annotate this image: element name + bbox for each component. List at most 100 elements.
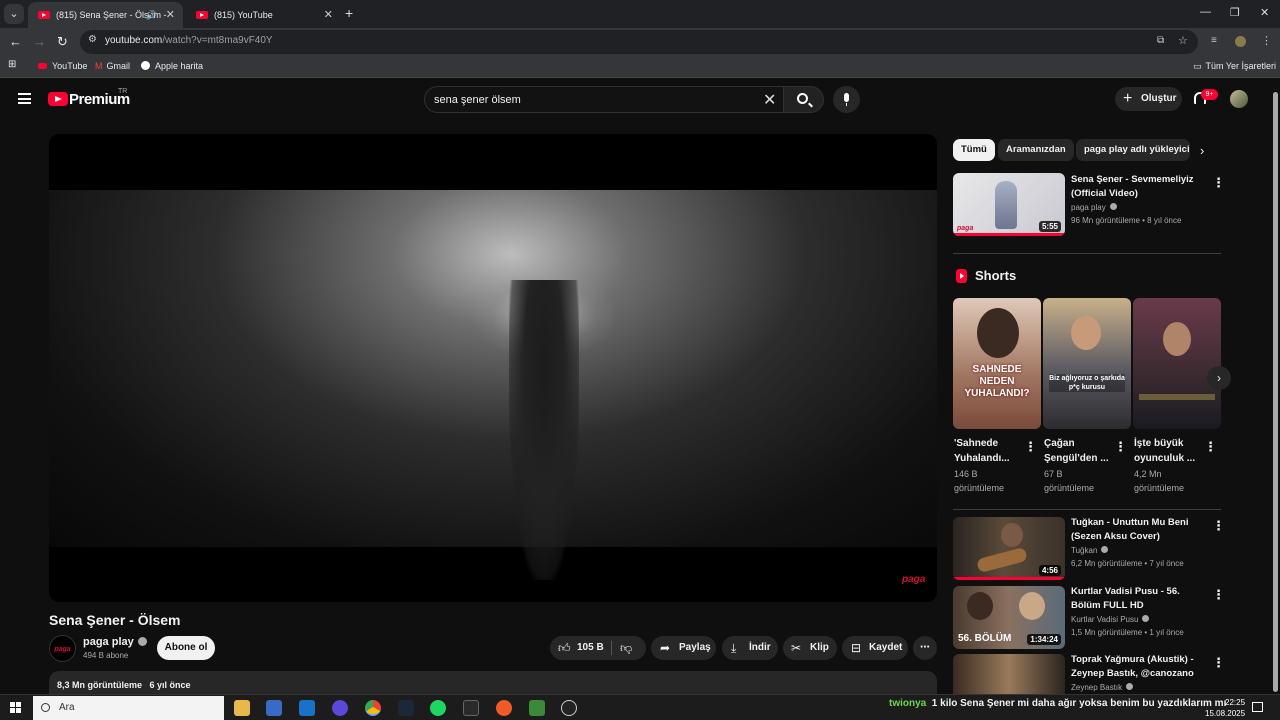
short-title-1[interactable]: 'Sahnede Yuhalandı... bbox=[954, 436, 1026, 466]
tab-active-video[interactable]: (815) Sena Şener - Ölsem - 🔊 ✕ bbox=[28, 2, 183, 28]
back-arrow-icon[interactable]: ← bbox=[9, 34, 22, 49]
watch-progress-bar bbox=[953, 233, 1065, 236]
menu-hamburger-icon[interactable] bbox=[18, 93, 31, 104]
short-more-options-icon[interactable]: ⋮ bbox=[1114, 439, 1127, 455]
short-more-options-icon[interactable]: ⋮ bbox=[1024, 439, 1037, 455]
short-thumbnail-2[interactable]: Biz ağlıyoruz o şarkıda p*ç kurusu bbox=[1043, 298, 1131, 429]
recommended-thumbnail[interactable]: 56. BÖLÜM 1:34:24 bbox=[953, 586, 1065, 649]
install-app-icon[interactable]: ⧉ bbox=[1157, 35, 1164, 46]
tab-search-menu-button[interactable]: ⌄ bbox=[4, 4, 24, 24]
all-bookmarks-folder[interactable]: ▭ Tüm Yer İşaretleri bbox=[1193, 61, 1276, 72]
bookmark-youtube[interactable]: YouTube bbox=[38, 61, 87, 71]
clear-search-icon[interactable]: ✕ bbox=[763, 90, 776, 110]
minimize-icon[interactable]: — bbox=[1200, 6, 1211, 18]
bookmark-apple-maps[interactable]: Apple harita bbox=[141, 61, 203, 71]
youtube-favicon-icon bbox=[196, 11, 208, 19]
page-scrollbar[interactable] bbox=[1270, 80, 1280, 694]
site-info-icon[interactable]: ⚙ bbox=[88, 34, 97, 45]
recommended-title[interactable]: Kurtlar Vadisi Pusu - 56. Bölüm FULL HD bbox=[1071, 585, 1211, 613]
windows-start-icon[interactable] bbox=[10, 702, 22, 714]
chrome-menu-icon[interactable]: ⋮ bbox=[1261, 34, 1272, 47]
voice-search-button[interactable] bbox=[833, 86, 860, 113]
shorts-next-arrow-icon[interactable]: › bbox=[1207, 366, 1231, 390]
recommended-channel[interactable]: Tuğkan bbox=[1071, 546, 1109, 555]
chip-from-search[interactable]: Aramanızdan bbox=[998, 139, 1074, 161]
media-control-icon[interactable]: ≡ bbox=[1211, 35, 1217, 46]
recommended-meta: 6,2 Mn görüntüleme • 7 yıl önce bbox=[1071, 559, 1184, 568]
recommended-thumbnail[interactable]: paga 5:55 bbox=[953, 173, 1065, 236]
short-title-2[interactable]: Çağan Şengül'den ... bbox=[1044, 436, 1116, 466]
taskbar-search-input[interactable]: Ara bbox=[33, 696, 224, 720]
forward-arrow-icon[interactable]: → bbox=[33, 34, 46, 49]
system-clock[interactable]: 22:25 15.08.2025 bbox=[1205, 697, 1245, 719]
close-tab-icon[interactable]: ✕ bbox=[324, 2, 333, 28]
more-options-icon[interactable]: ⋮ bbox=[1212, 518, 1225, 534]
short-thumbnail-1[interactable]: SAHNEDE NEDEN YUHALANDI? bbox=[953, 298, 1041, 429]
epic-games-icon[interactable] bbox=[463, 700, 479, 716]
thumbs-up-icon[interactable]: 👍︎ bbox=[558, 636, 571, 660]
discord-icon[interactable] bbox=[332, 700, 348, 716]
scrollbar-thumb[interactable] bbox=[1273, 92, 1278, 692]
create-button[interactable]: + Oluştur bbox=[1115, 87, 1182, 111]
youtube-logo-icon[interactable] bbox=[48, 92, 68, 106]
outlook-icon[interactable] bbox=[299, 700, 315, 716]
address-bar[interactable]: ⚙ youtube.com/watch?v=mt8ma9vF40Y ⧉ ☆ bbox=[80, 30, 1198, 54]
video-watermark-logo: paga bbox=[902, 574, 926, 585]
profile-avatar-icon[interactable] bbox=[1235, 36, 1246, 47]
short-more-options-icon[interactable]: ⋮ bbox=[1204, 439, 1217, 455]
close-window-icon[interactable]: ✕ bbox=[1260, 6, 1269, 19]
close-tab-icon[interactable]: ✕ bbox=[166, 2, 175, 28]
recommended-channel[interactable]: Kurtlar Vadisi Pusu bbox=[1071, 615, 1150, 624]
url-text: youtube.com/watch?v=mt8ma9vF40Y bbox=[105, 35, 273, 46]
recommended-channel[interactable]: Zeynep Bastık bbox=[1071, 683, 1134, 692]
browser-tab-strip: ⌄ (815) Sena Şener - Ölsem - 🔊 ✕ (815) Y… bbox=[0, 0, 1280, 28]
thumbnail-figure bbox=[995, 181, 1017, 229]
short-thumbnail-3[interactable] bbox=[1133, 298, 1221, 429]
new-tab-button[interactable]: + bbox=[345, 5, 353, 21]
notification-center-icon[interactable] bbox=[1252, 702, 1263, 712]
origin-icon[interactable] bbox=[496, 700, 512, 716]
more-actions-button[interactable]: ⋯ bbox=[913, 636, 937, 660]
recommended-title[interactable]: Sena Şener - Sevmemeliyiz (Official Vide… bbox=[1071, 173, 1211, 201]
recommended-title[interactable]: Toprak Yağmura (Akustik) - Zeynep Bastık… bbox=[1071, 653, 1211, 681]
share-button[interactable]: ➦ Paylaş bbox=[651, 636, 716, 660]
speaker-icon[interactable]: 🔊 bbox=[146, 2, 157, 28]
account-avatar[interactable] bbox=[1230, 90, 1248, 108]
bookmark-gmail[interactable]: M Gmail bbox=[95, 61, 130, 71]
recommended-thumbnail[interactable]: 4:56 bbox=[953, 517, 1065, 580]
video-player[interactable]: paga bbox=[49, 134, 937, 602]
download-button[interactable]: ⤓ İndir bbox=[722, 636, 778, 660]
more-options-icon[interactable]: ⋮ bbox=[1212, 587, 1225, 603]
clip-button[interactable]: ✂ Klip bbox=[783, 636, 837, 660]
chrome-icon[interactable] bbox=[365, 700, 381, 716]
like-count[interactable]: 105 B bbox=[577, 636, 604, 660]
minecraft-icon[interactable] bbox=[529, 700, 545, 716]
restore-icon[interactable]: ❐ bbox=[1230, 6, 1240, 19]
recommended-channel[interactable]: paga play bbox=[1071, 203, 1117, 212]
bookmark-star-icon[interactable]: ☆ bbox=[1178, 34, 1188, 47]
chip-all[interactable]: Tümü bbox=[953, 139, 995, 161]
chips-next-chevron-icon[interactable]: › bbox=[1200, 143, 1204, 158]
obs-icon[interactable] bbox=[561, 700, 577, 716]
channel-name[interactable]: paga play bbox=[83, 636, 147, 648]
search-input[interactable] bbox=[434, 92, 754, 108]
subscribe-button[interactable]: Abone ol bbox=[157, 636, 215, 660]
recommended-title[interactable]: Tuğkan - Unuttun Mu Beni (Sezen Aksu Cov… bbox=[1071, 516, 1211, 544]
store-icon[interactable] bbox=[266, 700, 282, 716]
save-button[interactable]: ⊟ Kaydet bbox=[842, 636, 908, 660]
thumbnail-figure bbox=[1019, 592, 1045, 620]
tab-youtube-home[interactable]: (815) YouTube ✕ bbox=[186, 2, 341, 28]
recommended-thumbnail[interactable] bbox=[953, 654, 1065, 694]
apps-grid-icon[interactable]: ⊞ bbox=[8, 59, 16, 70]
more-options-icon[interactable]: ⋮ bbox=[1212, 175, 1225, 191]
chip-from-uploader[interactable]: paga play adlı yükleyiciden bbox=[1076, 139, 1190, 161]
short-title-3[interactable]: İşte büyük oyunculuk ... bbox=[1134, 436, 1206, 466]
spotify-icon[interactable] bbox=[430, 700, 446, 716]
thumbs-down-icon[interactable]: 👎︎ bbox=[620, 636, 632, 660]
reload-icon[interactable]: ↻ bbox=[57, 34, 68, 50]
channel-avatar[interactable]: paga bbox=[49, 635, 76, 662]
more-options-icon[interactable]: ⋮ bbox=[1212, 655, 1225, 671]
steam-icon[interactable] bbox=[398, 700, 414, 716]
search-button[interactable] bbox=[783, 86, 824, 113]
file-explorer-icon[interactable] bbox=[234, 700, 250, 716]
